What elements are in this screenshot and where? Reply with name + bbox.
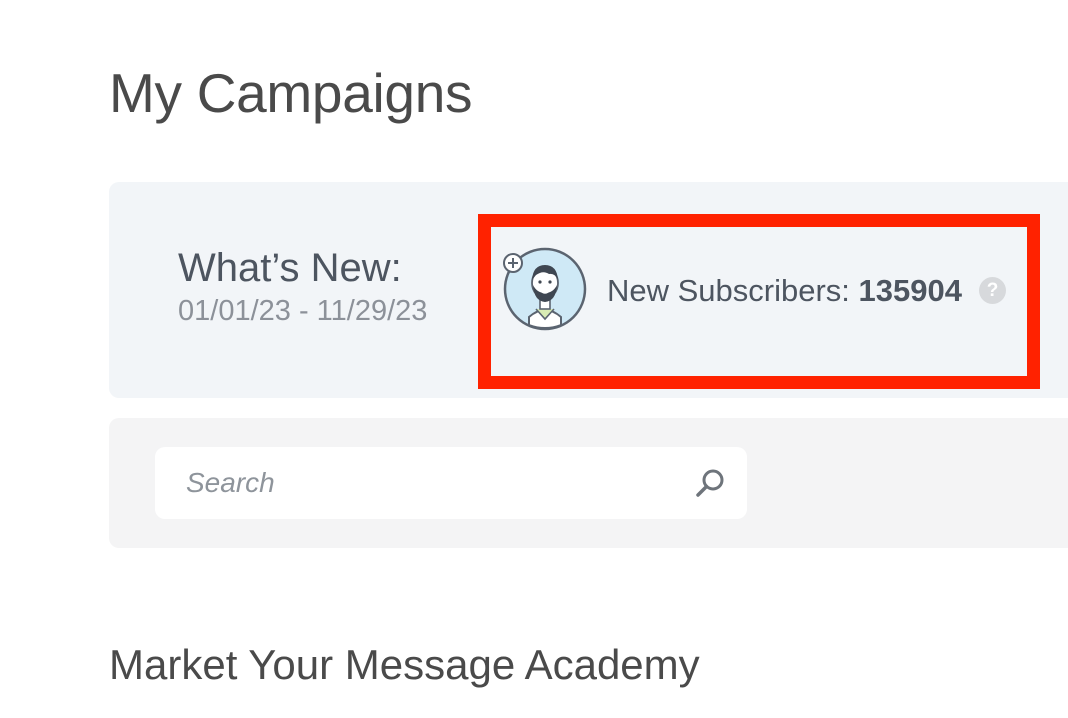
new-subscribers-value: 135904 [858, 273, 962, 308]
search-icon[interactable] [693, 467, 727, 501]
new-subscribers-label: New Subscribers: [607, 273, 859, 308]
page-title: My Campaigns [109, 62, 473, 124]
whats-new-date-range: 01/01/23 - 11/29/23 [178, 295, 428, 327]
search-box[interactable] [155, 447, 747, 519]
new-subscribers-text: New Subscribers: 135904 [607, 273, 962, 309]
search-panel [109, 418, 1068, 548]
whats-new-panel: What’s New: 01/01/23 - 11/29/23 New Subs… [109, 182, 1068, 398]
help-icon[interactable]: ? [979, 277, 1006, 304]
new-subscriber-avatar-icon [503, 247, 587, 331]
academy-section-title: Market Your Message Academy [109, 641, 700, 688]
whats-new-heading: What’s New: [178, 246, 402, 290]
search-input[interactable] [186, 459, 686, 507]
new-subscribers-stat[interactable]: New Subscribers: 135904 ? [501, 244, 1021, 334]
page: My Campaigns What’s New: 01/01/23 - 11/2… [0, 0, 1068, 718]
